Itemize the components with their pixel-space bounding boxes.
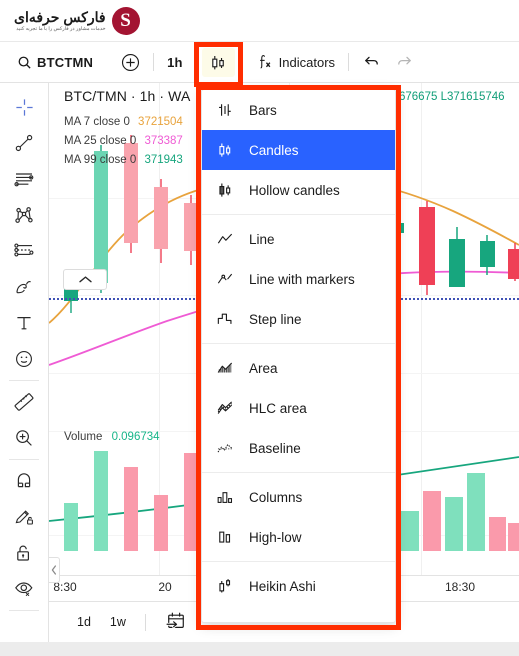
- redo-arrow-icon: [395, 53, 414, 72]
- menu-divider: [202, 561, 395, 562]
- area-chart-icon: [215, 359, 234, 378]
- candles-icon: [209, 53, 228, 72]
- range-button-1w[interactable]: 1w: [102, 611, 134, 633]
- step-line-chart-icon: [215, 310, 234, 329]
- price-level-line-right: [394, 298, 519, 300]
- menu-item-label: Line with markers: [249, 271, 355, 287]
- menu-item-label: Heikin Ashi: [249, 578, 316, 594]
- emoji-icon[interactable]: [6, 341, 42, 377]
- redo-button[interactable]: [388, 48, 421, 77]
- menu-item-label: Columns: [249, 489, 303, 505]
- chart-app-window: فارکس حرفه‌ای خدمات مشاور در فارکس را با…: [0, 0, 519, 656]
- line-chart-icon: [215, 230, 234, 249]
- lock-drawings-icon[interactable]: [6, 535, 42, 571]
- brand-name: فارکس حرفه‌ای: [14, 8, 106, 25]
- brand-text: فارکس حرفه‌ای خدمات مشاور در فارکس را با…: [14, 10, 106, 32]
- baseline-chart-icon: [215, 439, 234, 458]
- plus-circle-icon: [121, 53, 140, 72]
- menu-item-line-with-markers[interactable]: Line with markers: [202, 259, 395, 299]
- heikin-ashi-chart-icon: [215, 577, 234, 596]
- hlc-area-chart-icon: [215, 399, 234, 418]
- chart-ohlc-values: 676675 L371615746: [399, 91, 505, 103]
- rail-divider-3: [9, 610, 39, 611]
- menu-item-columns[interactable]: Columns: [202, 477, 395, 517]
- time-tick-label: 18:30: [444, 580, 476, 594]
- search-icon: [17, 55, 32, 70]
- symbol-label: BTCTMN: [37, 54, 94, 70]
- rail-divider-2: [9, 459, 39, 460]
- menu-item-label: Area: [249, 360, 278, 376]
- toolbar-divider-1: [153, 53, 155, 71]
- menu-item-heikin-ashi[interactable]: Heikin Ashi: [202, 566, 395, 606]
- chart-style-button[interactable]: [201, 47, 235, 77]
- menu-item-label: Baseline: [249, 440, 301, 456]
- menu-item-label: High-low: [249, 529, 302, 545]
- indicators-button[interactable]: Indicators: [249, 48, 342, 77]
- brush-icon[interactable]: [6, 269, 42, 305]
- rail-divider-1: [9, 380, 39, 381]
- menu-item-label: HLC area: [249, 400, 307, 416]
- candle-group-right: [390, 201, 519, 295]
- brand-mark-icon: S: [111, 6, 140, 35]
- menu-item-hlc-area[interactable]: HLC area: [202, 388, 395, 428]
- drawing-tools-sidebar: [0, 83, 49, 656]
- bottom-bar-divider: [144, 613, 146, 631]
- menu-item-candles[interactable]: Candles: [202, 130, 395, 170]
- add-symbol-button[interactable]: [114, 48, 147, 77]
- candles-chart-icon: [215, 141, 234, 160]
- drawing-mode-icon[interactable]: [6, 499, 42, 535]
- menu-item-label: Step line: [249, 311, 302, 327]
- menu-item-step-line[interactable]: Step line: [202, 299, 395, 339]
- interval-button[interactable]: 1h: [160, 48, 190, 77]
- pitchfork-icon[interactable]: [6, 197, 42, 233]
- magnet-icon[interactable]: [6, 463, 42, 499]
- site-logo: فارکس حرفه‌ای خدمات مشاور در فارکس را با…: [14, 6, 140, 35]
- columns-chart-icon: [215, 488, 234, 507]
- symbol-search-button[interactable]: BTCTMN: [10, 48, 100, 77]
- brand-tagline: خدمات مشاور در فارکس را با ما تجربه کنید: [16, 25, 106, 32]
- trend-line-icon[interactable]: [6, 125, 42, 161]
- menu-item-hollow-candles[interactable]: Hollow candles: [202, 170, 395, 210]
- menu-item-label: Candles: [249, 142, 299, 158]
- menu-item-bars[interactable]: Bars: [202, 90, 395, 130]
- menu-divider: [202, 472, 395, 473]
- time-tick-label: 20: [158, 580, 172, 594]
- interval-label: 1h: [167, 54, 183, 70]
- menu-item-line[interactable]: Line: [202, 219, 395, 259]
- menu-item-baseline[interactable]: Baseline: [202, 428, 395, 468]
- high-low-chart-icon: [215, 528, 234, 547]
- menu-divider: [202, 343, 395, 344]
- range-button-1d[interactable]: 1d: [69, 611, 99, 633]
- menu-item-label: Hollow candles: [249, 182, 340, 198]
- ruler-icon[interactable]: [6, 384, 42, 420]
- crosshair-icon[interactable]: [6, 89, 42, 125]
- brand-header: فارکس حرفه‌ای خدمات مشاور در فارکس را با…: [0, 0, 519, 42]
- chart-toolbar: BTCTMN 1h Indicators: [0, 42, 519, 83]
- pane-collapse-button[interactable]: [49, 557, 60, 583]
- hollow-candles-chart-icon: [215, 181, 234, 200]
- bars-chart-icon: [215, 101, 234, 120]
- horizontal-lines-icon[interactable]: [6, 161, 42, 197]
- line-markers-chart-icon: [215, 270, 234, 289]
- chart-style-dropdown-menu[interactable]: Bars Candles Hollow candles Line Line wi…: [201, 89, 396, 623]
- go-to-date-button[interactable]: [157, 607, 195, 638]
- indicators-label: Indicators: [278, 54, 336, 70]
- fib-retracement-icon[interactable]: [6, 233, 42, 269]
- menu-item-label: Bars: [249, 102, 277, 118]
- price-marker-badge[interactable]: [63, 269, 107, 290]
- menu-item-label: Line: [249, 231, 275, 247]
- menu-divider: [202, 214, 395, 215]
- fx-icon: [256, 53, 274, 71]
- undo-button[interactable]: [355, 48, 388, 77]
- menu-item-area[interactable]: Area: [202, 348, 395, 388]
- undo-arrow-icon: [362, 53, 381, 72]
- menu-item-high-low[interactable]: High-low: [202, 517, 395, 557]
- hide-drawings-icon[interactable]: [6, 571, 42, 607]
- toolbar-divider-2: [348, 53, 350, 71]
- zoom-in-icon[interactable]: [6, 420, 42, 456]
- text-tool-icon[interactable]: [6, 305, 42, 341]
- footer-strip: [0, 642, 519, 656]
